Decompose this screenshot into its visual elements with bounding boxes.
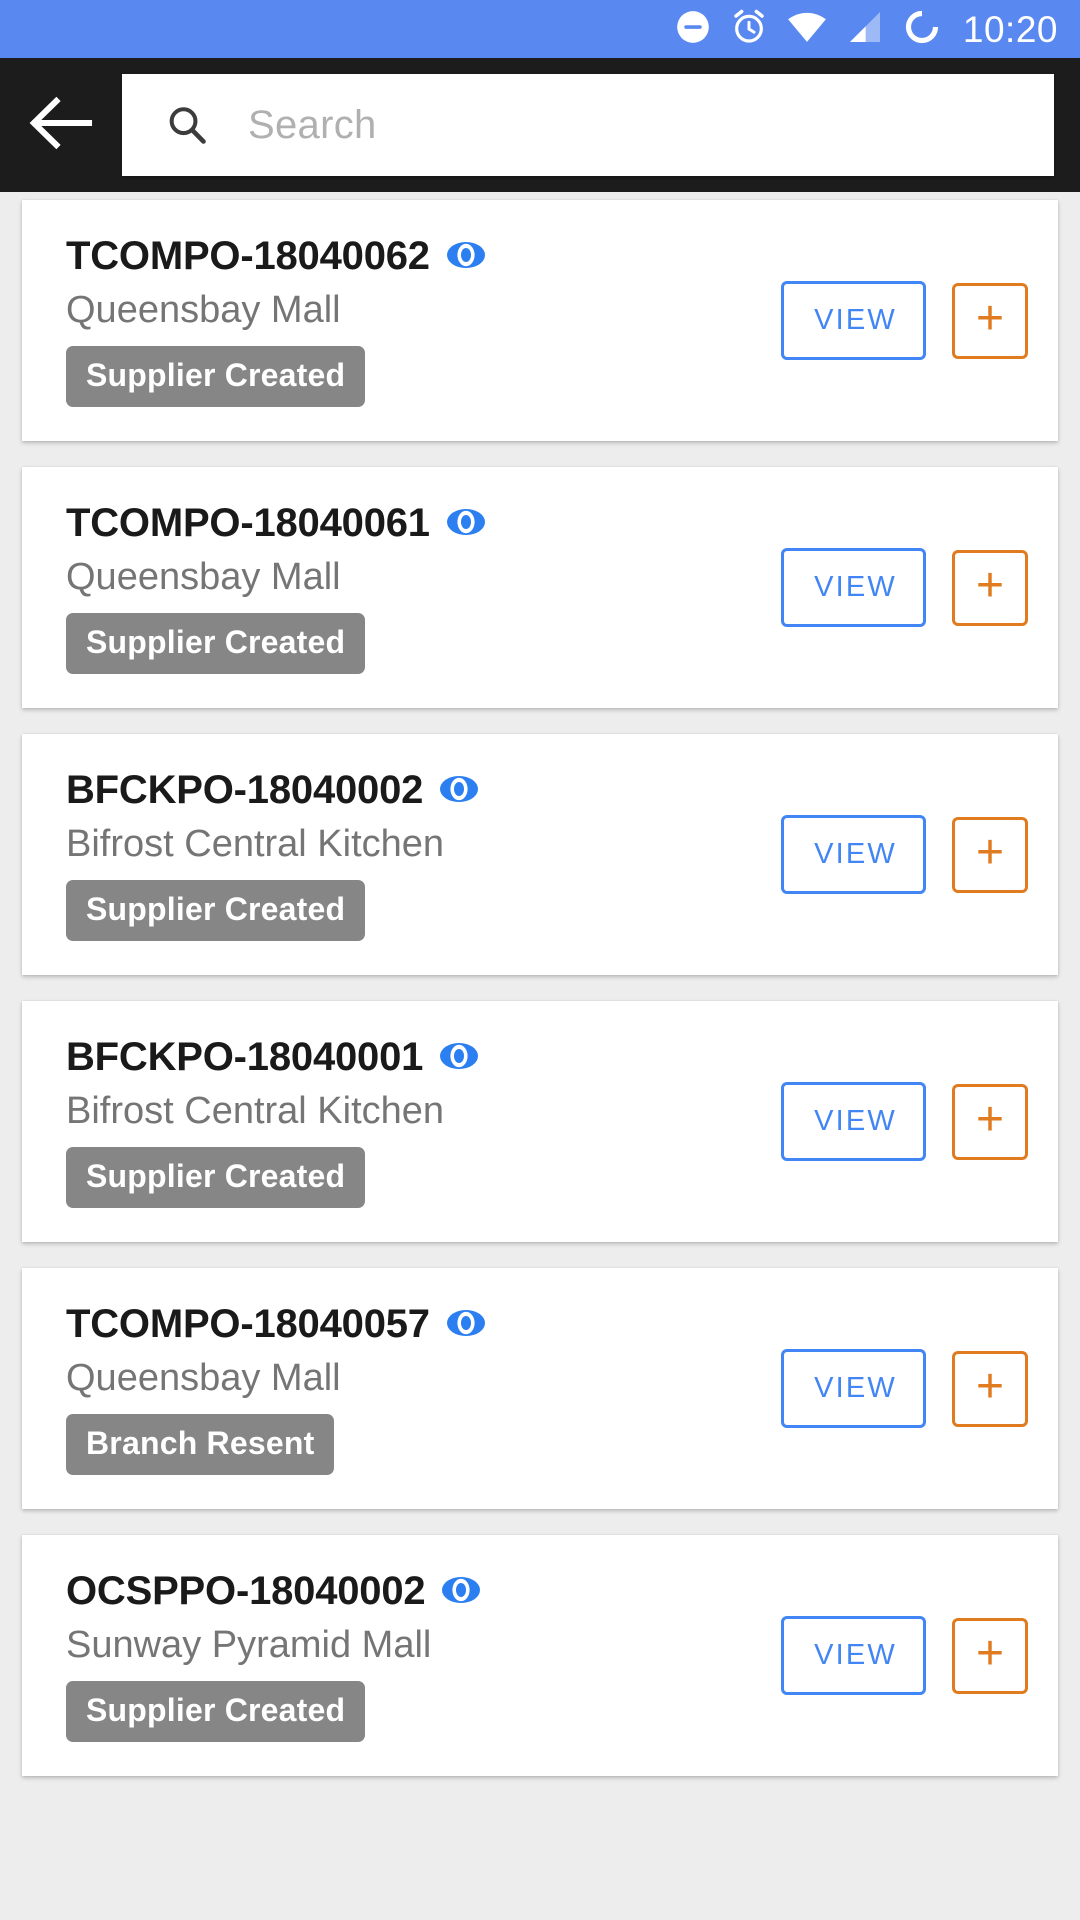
plus-icon: + <box>975 1359 1005 1413</box>
order-card[interactable]: TCOMPO-18040062 Queensbay Mall Supplier … <box>22 200 1058 441</box>
status-bar: 10:20 <box>0 0 1080 58</box>
order-actions: VIEW + <box>757 1349 1028 1428</box>
order-title-row: BFCKPO-18040002 <box>66 768 757 813</box>
add-button[interactable]: + <box>952 1083 1028 1160</box>
plus-icon: + <box>975 1626 1005 1680</box>
order-location: Queensbay Mall <box>66 556 341 598</box>
status-badge: Supplier Created <box>66 1681 366 1742</box>
order-info: TCOMPO-18040062 Queensbay Mall Supplier … <box>66 234 757 407</box>
eye-icon[interactable] <box>439 1042 479 1075</box>
add-button[interactable]: + <box>952 282 1028 359</box>
order-code: OCSPPO-18040002 <box>66 1569 426 1613</box>
view-button[interactable]: VIEW <box>781 1082 926 1161</box>
do-not-disturb-icon <box>674 8 712 51</box>
order-info: OCSPPO-18040002 Sunway Pyramid Mall Supp… <box>66 1569 757 1742</box>
order-code: TCOMPO-18040061 <box>66 501 430 545</box>
app-bar: Search <box>0 58 1080 192</box>
status-badge: Supplier Created <box>66 880 366 941</box>
order-list[interactable]: TCOMPO-18040062 Queensbay Mall Supplier … <box>0 192 1080 1920</box>
search-bar[interactable]: Search <box>122 74 1054 176</box>
order-actions: VIEW + <box>757 815 1028 894</box>
add-button[interactable]: + <box>952 549 1028 626</box>
add-button[interactable]: + <box>952 1350 1028 1427</box>
plus-icon: + <box>975 1092 1005 1146</box>
order-location: Bifrost Central Kitchen <box>66 1090 445 1132</box>
order-location: Bifrost Central Kitchen <box>66 823 445 865</box>
status-bar-icons <box>674 6 942 53</box>
order-code: BFCKPO-18040001 <box>66 1035 424 1079</box>
add-button[interactable]: + <box>952 816 1028 893</box>
back-button[interactable] <box>22 86 100 164</box>
order-info: TCOMPO-18040061 Queensbay Mall Supplier … <box>66 501 757 674</box>
order-title-row: BFCKPO-18040001 <box>66 1035 757 1080</box>
order-card[interactable]: BFCKPO-18040001 Bifrost Central Kitchen … <box>22 1001 1058 1242</box>
order-card[interactable]: OCSPPO-18040002 Sunway Pyramid Mall Supp… <box>22 1535 1058 1776</box>
order-code: TCOMPO-18040062 <box>66 234 430 278</box>
order-actions: VIEW + <box>757 281 1028 360</box>
eye-icon[interactable] <box>441 1576 481 1609</box>
plus-icon: + <box>975 825 1005 879</box>
order-title-row: OCSPPO-18040002 <box>66 1569 757 1614</box>
order-code: BFCKPO-18040002 <box>66 768 424 812</box>
order-card[interactable]: TCOMPO-18040061 Queensbay Mall Supplier … <box>22 467 1058 708</box>
order-title-row: TCOMPO-18040057 <box>66 1302 757 1347</box>
order-actions: VIEW + <box>757 1082 1028 1161</box>
add-button[interactable]: + <box>952 1617 1028 1694</box>
order-actions: VIEW + <box>757 1616 1028 1695</box>
order-card[interactable]: TCOMPO-18040057 Queensbay Mall Branch Re… <box>22 1268 1058 1509</box>
order-info: BFCKPO-18040002 Bifrost Central Kitchen … <box>66 768 757 941</box>
search-input-placeholder[interactable]: Search <box>248 103 377 148</box>
view-button[interactable]: VIEW <box>781 1616 926 1695</box>
order-location: Queensbay Mall <box>66 1357 341 1399</box>
order-info: BFCKPO-18040001 Bifrost Central Kitchen … <box>66 1035 757 1208</box>
cellular-signal-icon <box>845 7 885 52</box>
order-location: Queensbay Mall <box>66 289 341 331</box>
battery-circle-icon <box>902 7 942 52</box>
order-title-row: TCOMPO-18040062 <box>66 234 757 279</box>
plus-icon: + <box>975 558 1005 612</box>
view-button[interactable]: VIEW <box>781 548 926 627</box>
order-title-row: TCOMPO-18040061 <box>66 501 757 546</box>
order-info: TCOMPO-18040057 Queensbay Mall Branch Re… <box>66 1302 757 1475</box>
alarm-clock-icon <box>729 7 769 52</box>
status-badge: Supplier Created <box>66 1147 366 1208</box>
order-code: TCOMPO-18040057 <box>66 1302 430 1346</box>
status-badge: Supplier Created <box>66 613 366 674</box>
plus-icon: + <box>975 291 1005 345</box>
order-card[interactable]: BFCKPO-18040002 Bifrost Central Kitchen … <box>22 734 1058 975</box>
view-button[interactable]: VIEW <box>781 281 926 360</box>
eye-icon[interactable] <box>446 1309 486 1342</box>
wifi-icon <box>786 6 828 53</box>
view-button[interactable]: VIEW <box>781 1349 926 1428</box>
back-arrow-icon <box>28 95 94 156</box>
eye-icon[interactable] <box>446 508 486 541</box>
status-bar-clock: 10:20 <box>962 8 1058 50</box>
search-icon <box>164 102 210 148</box>
eye-icon[interactable] <box>439 775 479 808</box>
status-badge: Supplier Created <box>66 346 366 407</box>
view-button[interactable]: VIEW <box>781 815 926 894</box>
status-badge: Branch Resent <box>66 1414 335 1475</box>
eye-icon[interactable] <box>446 241 486 274</box>
order-actions: VIEW + <box>757 548 1028 627</box>
order-location: Sunway Pyramid Mall <box>66 1624 432 1666</box>
